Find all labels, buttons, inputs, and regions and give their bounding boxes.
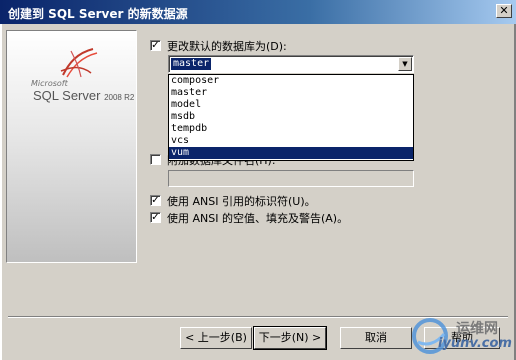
sql-server-logo-icon	[60, 48, 98, 78]
list-item[interactable]: vcs	[169, 135, 413, 147]
watermark-text-url: iyunv.com	[438, 336, 512, 351]
site-watermark: 运维网 iyunv.com	[408, 312, 514, 358]
logo-brand: Microsoft	[31, 79, 68, 88]
change-default-db-checkbox[interactable]: ✓	[150, 40, 161, 51]
logo-version: 2008 R2	[104, 93, 135, 102]
ansi-nulls-label: 使用 ANSI 的空值、填充及警告(A)。	[167, 212, 349, 225]
list-item[interactable]: composer	[169, 75, 413, 87]
default-database-value: master	[171, 58, 212, 70]
logo-product: SQL Server 2008 R2	[33, 88, 134, 103]
product-logo-panel: Microsoft SQL Server 2008 R2	[6, 30, 137, 263]
ansi-quoted-identifiers-checkbox[interactable]: ✓	[150, 195, 161, 206]
close-icon[interactable]: ✕	[496, 4, 512, 18]
list-item[interactable]: model	[169, 99, 413, 111]
ansi-quoted-identifiers-label: 使用 ANSI 引用的标识符(U)。	[167, 195, 316, 208]
list-item-selected[interactable]: vum	[169, 147, 413, 159]
ansi-nulls-checkbox[interactable]: ✓	[150, 212, 161, 223]
change-default-db-label: 更改默认的数据库为(D):	[167, 40, 287, 53]
default-database-combo[interactable]: master ▼	[168, 55, 414, 73]
list-item[interactable]: tempdb	[169, 123, 413, 135]
cancel-button[interactable]: 取消	[340, 327, 412, 349]
back-button[interactable]: < 上一步(B)	[180, 327, 252, 349]
window-title-bar: 创建到 SQL Server 的新数据源	[0, 0, 516, 24]
list-item[interactable]: master	[169, 87, 413, 99]
chevron-down-icon[interactable]: ▼	[398, 57, 412, 71]
list-item[interactable]: msdb	[169, 111, 413, 123]
next-button[interactable]: 下一步(N) >	[253, 326, 327, 350]
attach-db-file-field[interactable]	[168, 170, 414, 187]
database-dropdown-list[interactable]: composer master model msdb tempdb vcs vu…	[168, 74, 414, 161]
window-title: 创建到 SQL Server 的新数据源	[8, 7, 188, 21]
logo-product-name: SQL Server	[33, 88, 101, 103]
attach-db-file-checkbox[interactable]	[150, 154, 161, 165]
watermark-text-cn: 运维网	[456, 321, 498, 337]
